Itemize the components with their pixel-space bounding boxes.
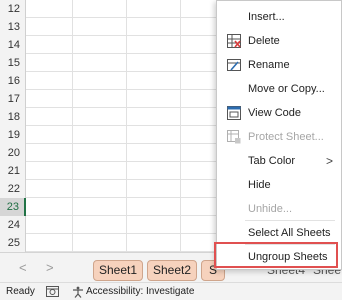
row-number[interactable]: 14 [0,36,26,54]
status-ready: Ready [6,286,35,297]
menu-item-label: Select All Sheets [248,227,331,239]
macro-recording-icon[interactable] [46,286,59,297]
menu-item-move-or-copy[interactable]: Move or Copy... [217,78,341,100]
highlight-box [214,242,338,268]
menu-separator [245,220,335,221]
menu-item-label: Protect Sheet... [248,131,324,143]
row-number[interactable]: 24 [0,216,26,234]
row-number[interactable]: 25 [0,234,26,252]
scroll-tabs-left-button[interactable]: < [19,261,27,275]
menu-item-view-code[interactable]: View Code [217,102,341,124]
sheet-tab-sheet2[interactable]: Sheet2 [147,260,197,281]
delete-sheet-icon [227,34,241,48]
sheet-tab-context-menu: Insert... Delete Rename Move or Copy... … [216,0,342,270]
menu-item-label: Rename [248,59,290,71]
protect-sheet-icon [227,130,241,144]
menu-item-label: View Code [248,107,301,119]
menu-item-hide[interactable]: Hide [217,174,341,196]
row-number[interactable]: 16 [0,72,26,90]
menu-item-label: Insert... [248,11,285,23]
menu-item-label: Move or Copy... [248,83,325,95]
menu-item-rename[interactable]: Rename [217,54,341,76]
accessibility-status[interactable]: Accessibility: Investigate [86,283,194,300]
view-code-icon [227,106,241,120]
menu-item-label: Tab Color [248,155,296,167]
menu-item-select-all-sheets[interactable]: Select All Sheets [217,222,341,244]
sheet-tab-sheet1[interactable]: Sheet1 [93,260,143,281]
submenu-arrow-icon: > [325,154,333,168]
accessibility-icon[interactable] [72,286,84,298]
row-number[interactable]: 22 [0,180,26,198]
row-number[interactable]: 20 [0,144,26,162]
menu-item-delete[interactable]: Delete [217,30,341,52]
row-number[interactable]: 15 [0,54,26,72]
menu-item-label: Unhide... [248,203,293,215]
menu-item-protect-sheet[interactable]: Protect Sheet... [217,126,341,148]
menu-item-tab-color[interactable]: Tab Color > [217,150,341,172]
menu-item-label: Delete [248,35,280,47]
row-number[interactable]: 19 [0,126,26,144]
row-number[interactable]: 18 [0,108,26,126]
row-number[interactable]: 13 [0,18,26,36]
menu-item-insert[interactable]: Insert... [217,6,341,28]
row-number[interactable]: 12 [0,0,26,18]
menu-item-label: Hide [248,179,271,191]
menu-item-unhide[interactable]: Unhide... [217,198,341,220]
scroll-tabs-right-button[interactable]: > [46,261,54,275]
row-number[interactable]: 21 [0,162,26,180]
row-number-active[interactable]: 23 [0,198,26,216]
status-bar: Ready Accessibility: Investigate [0,282,342,300]
row-number[interactable]: 17 [0,90,26,108]
rename-icon [227,58,241,72]
